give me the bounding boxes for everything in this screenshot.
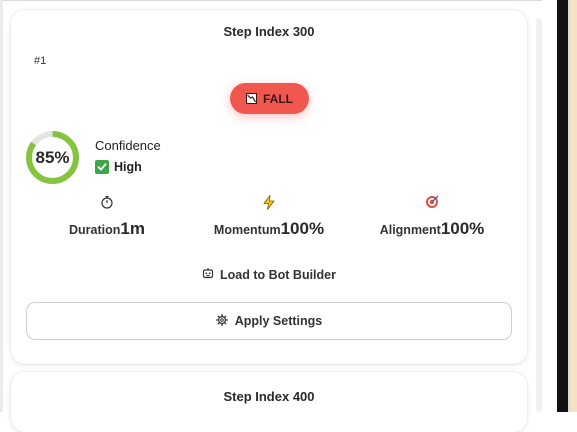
top-divider [0,0,542,1]
metric-value: 100% [440,219,485,238]
confidence-percent: 85% [35,147,70,167]
metric-label: Alignment [379,223,441,237]
stopwatch-icon [22,195,192,211]
chart-down-icon [246,93,257,104]
card-title: Step Index 300 [223,24,315,39]
metric-label: Momentum [213,223,281,237]
confidence-label: Confidence [95,138,161,153]
scrollbar-track[interactable] [536,18,542,412]
rank-label: #1 [34,55,47,67]
side-panel-divider [557,0,568,412]
lightning-icon [184,195,354,211]
signal-badge-fall[interactable]: FALL [230,83,309,114]
apply-settings-button[interactable]: Apply Settings [26,302,512,340]
robot-icon [202,267,214,282]
metric-value: 1m [120,219,145,238]
signal-card: Step Index 300 #1 FALL 85% Confidence Hi… [11,10,527,364]
signal-card: Step Index 400 [11,372,527,432]
apply-button-label: Apply Settings [234,314,323,328]
confidence-level: High [95,160,142,174]
metric-duration: Duration 1m [22,195,192,239]
metric-value: 100% [280,219,325,238]
signal-label: FALL [263,91,293,106]
confidence-level-text: High [114,160,142,174]
target-icon [347,195,517,211]
checkmark-icon [95,160,109,174]
load-to-bot-builder-button[interactable]: Load to Bot Builder [11,267,527,282]
side-panel-edge [570,0,577,412]
gear-icon [215,313,228,329]
card-title: Step Index 400 [223,389,315,404]
load-button-label: Load to Bot Builder [220,267,336,282]
metric-alignment: Alignment 100% [347,195,517,239]
left-edge [0,0,3,412]
metric-label: Duration [69,223,121,237]
metric-momentum: Momentum 100% [184,195,354,239]
